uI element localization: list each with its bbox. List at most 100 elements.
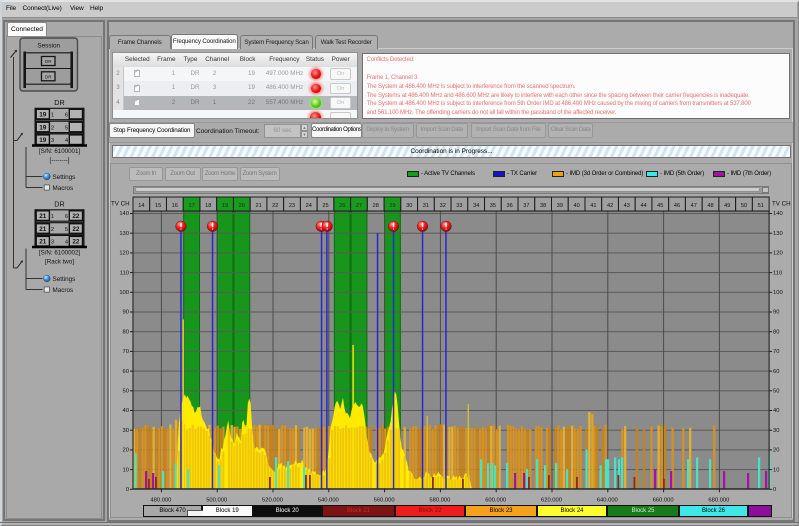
svg-text:22: 22	[72, 213, 80, 220]
svg-text:70: 70	[123, 349, 129, 355]
svg-text:6: 6	[65, 214, 68, 220]
svg-text:140: 140	[119, 211, 129, 217]
svg-text:2: 2	[51, 125, 54, 131]
svg-text:15: 15	[155, 203, 161, 209]
svg-text:500.000: 500.000	[206, 498, 227, 504]
svg-text:480.000: 480.000	[150, 498, 171, 504]
svg-text:620.000: 620.000	[541, 498, 562, 504]
svg-text:18: 18	[205, 203, 211, 209]
svg-text:5: 5	[65, 227, 68, 233]
svg-text:660.000: 660.000	[653, 498, 674, 504]
svg-text:30: 30	[773, 428, 779, 434]
svg-text:5: 5	[65, 125, 68, 131]
svg-text:[S/N: 6100002]: [S/N: 6100002]	[39, 250, 81, 257]
svg-text:21: 21	[39, 226, 47, 233]
svg-text:3: 3	[51, 138, 54, 144]
svg-text:22: 22	[272, 203, 278, 209]
svg-text:540.000: 540.000	[318, 498, 339, 504]
svg-text:60: 60	[123, 369, 129, 375]
svg-text:47: 47	[691, 203, 697, 209]
svg-text:70: 70	[773, 349, 779, 355]
svg-text:Settings: Settings	[53, 276, 76, 283]
svg-text:1: 1	[51, 214, 54, 220]
svg-text:21: 21	[255, 203, 261, 209]
svg-text:37: 37	[523, 203, 529, 209]
svg-text:19: 19	[39, 112, 47, 119]
svg-text:29: 29	[389, 203, 395, 209]
svg-text:36: 36	[506, 203, 512, 209]
svg-text:Settings: Settings	[53, 174, 76, 181]
svg-text:10: 10	[123, 467, 129, 473]
svg-text:17: 17	[188, 203, 194, 209]
svg-text:110: 110	[120, 270, 129, 276]
svg-text:DR: DR	[54, 98, 64, 107]
svg-text:DR: DR	[45, 59, 52, 64]
svg-text:130: 130	[773, 231, 783, 237]
svg-text:35: 35	[490, 203, 496, 209]
svg-text:26: 26	[339, 203, 345, 209]
svg-text:0: 0	[126, 487, 129, 493]
svg-text:130: 130	[119, 231, 129, 237]
svg-text:3: 3	[51, 240, 54, 246]
svg-text:45: 45	[657, 203, 663, 209]
svg-text:80: 80	[123, 329, 129, 335]
svg-text:49: 49	[724, 203, 730, 209]
svg-text:[--------]: [--------]	[50, 157, 70, 164]
svg-text:[S/N: 6100001]: [S/N: 6100001]	[39, 148, 81, 155]
svg-text:42: 42	[607, 203, 613, 209]
svg-text:600.000: 600.000	[485, 498, 506, 504]
svg-text:520.000: 520.000	[262, 498, 283, 504]
svg-text:90: 90	[123, 310, 129, 316]
svg-text:580.000: 580.000	[429, 498, 450, 504]
svg-text:TV CH: TV CH	[772, 201, 791, 208]
svg-text:14: 14	[138, 203, 144, 209]
svg-text:48: 48	[707, 203, 713, 209]
svg-text:DR: DR	[54, 200, 64, 209]
svg-text:30: 30	[406, 203, 412, 209]
svg-text:100: 100	[119, 290, 129, 296]
svg-text:24: 24	[306, 203, 312, 209]
svg-text:560.000: 560.000	[374, 498, 395, 504]
svg-text:38: 38	[540, 203, 546, 209]
svg-text:19: 19	[222, 203, 228, 209]
svg-text:60: 60	[773, 369, 779, 375]
svg-text:100: 100	[773, 290, 783, 296]
svg-text:22: 22	[72, 226, 80, 233]
svg-text:51: 51	[758, 203, 764, 209]
svg-text:33: 33	[456, 203, 462, 209]
svg-text:TV CH: TV CH	[111, 201, 130, 208]
svg-text:Macros: Macros	[53, 287, 74, 294]
svg-text:20: 20	[239, 203, 245, 209]
svg-text:680.000: 680.000	[708, 498, 729, 504]
svg-text:28: 28	[373, 203, 379, 209]
svg-text:30: 30	[123, 428, 129, 434]
svg-text:44: 44	[640, 203, 646, 209]
svg-text:50: 50	[741, 203, 747, 209]
svg-text:140: 140	[773, 211, 783, 217]
svg-text:21: 21	[39, 213, 47, 220]
svg-text:2: 2	[51, 227, 54, 233]
svg-text:16: 16	[172, 203, 178, 209]
svg-text:19: 19	[39, 137, 47, 144]
svg-text:0: 0	[773, 487, 776, 493]
svg-text:43: 43	[624, 203, 630, 209]
svg-text:23: 23	[289, 203, 295, 209]
svg-text:640.000: 640.000	[597, 498, 618, 504]
svg-text:40: 40	[773, 408, 779, 414]
svg-text:90: 90	[773, 310, 779, 316]
svg-text:50: 50	[123, 389, 129, 395]
svg-text:DR: DR	[45, 74, 52, 79]
svg-text:80: 80	[773, 329, 779, 335]
svg-text:10: 10	[773, 467, 779, 473]
svg-text:120: 120	[119, 251, 129, 257]
svg-text:20: 20	[123, 448, 129, 454]
svg-text:120: 120	[773, 251, 783, 257]
svg-text:40: 40	[573, 203, 579, 209]
svg-text:4: 4	[65, 240, 69, 246]
svg-text:1: 1	[51, 113, 54, 119]
svg-text:27: 27	[356, 203, 362, 209]
svg-text:40: 40	[123, 408, 129, 414]
svg-text:31: 31	[423, 203, 429, 209]
svg-text:22: 22	[72, 239, 80, 246]
svg-text:34: 34	[473, 203, 479, 209]
